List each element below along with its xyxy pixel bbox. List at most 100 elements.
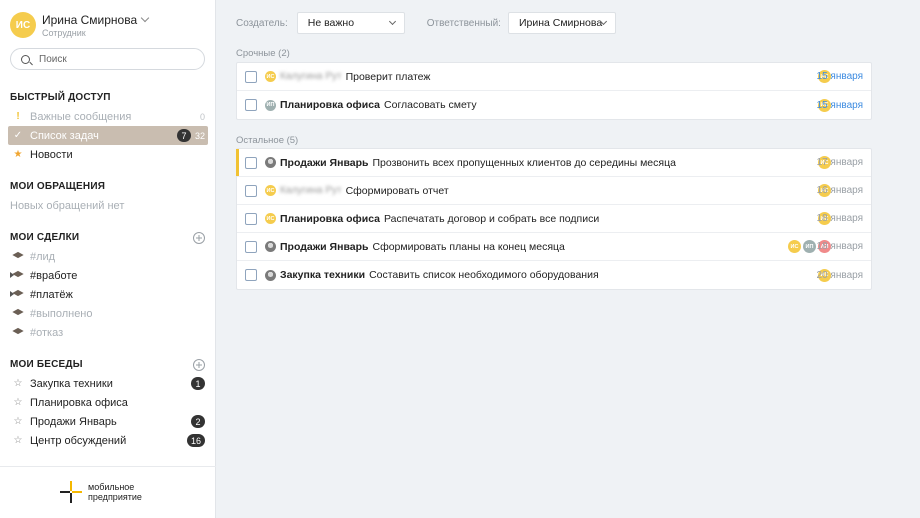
assignee-value: Ирина Смирнова xyxy=(518,17,603,29)
task-date: 20 января xyxy=(816,269,863,281)
task-row[interactable]: Закупка техники Составить список необход… xyxy=(237,261,871,289)
sidebar-item-label: #платёж xyxy=(30,288,73,301)
sidebar-item-label: Новости xyxy=(30,148,73,161)
sidebar-item-deal[interactable]: #вработе xyxy=(8,266,208,285)
chevron-down-icon xyxy=(388,17,396,26)
task-checkbox[interactable] xyxy=(245,156,257,169)
star-icon: ★ xyxy=(13,149,23,160)
task-text: Составить список необходимого оборудован… xyxy=(369,269,599,281)
stack-icon xyxy=(13,289,23,297)
group-title-urgent: Срочные (2) xyxy=(236,48,290,59)
task-row[interactable]: ИС Калугина Рут Проверит платеж ИС 15 ян… xyxy=(237,63,871,91)
star-outline-icon: ☆ xyxy=(13,435,23,446)
divider xyxy=(0,466,216,467)
task-date: 18 января xyxy=(816,213,863,224)
sidebar-item-label: #лид xyxy=(30,250,56,263)
check-icon: ✓ xyxy=(13,130,23,141)
task-text: Сформировать отчет xyxy=(345,184,449,197)
author-avatar: ИС xyxy=(265,185,276,196)
stack-icon xyxy=(13,308,23,316)
sidebar-item-deal[interactable]: #платёж xyxy=(8,285,208,304)
sidebar-item-label: Центр обсуждений xyxy=(30,434,127,447)
task-checkbox[interactable] xyxy=(245,99,257,111)
unread-badge: 1 xyxy=(191,377,205,390)
appeals-title: МОИ ОБРАЩЕНИЯ xyxy=(10,181,106,192)
sidebar-item-chat[interactable]: ☆ Планировка офиса xyxy=(8,393,208,412)
logo-cross-icon xyxy=(60,481,82,503)
creator-value: Не важно xyxy=(307,17,355,29)
filters-bar: Создатель: Не важно Ответственный: Ирина… xyxy=(236,12,616,34)
sidebar-item-label: Список задач xyxy=(30,129,99,142)
task-text: Прозвонить всех пропущенных клиентов до … xyxy=(372,156,676,169)
task-project[interactable]: Планировка офиса xyxy=(280,99,380,111)
unread-badge: 2 xyxy=(191,415,205,428)
star-outline-icon: ☆ xyxy=(13,397,23,408)
unread-badge: 16 xyxy=(186,434,205,447)
unread-badge: 7 xyxy=(176,129,191,142)
sidebar-item-label: #вработе xyxy=(30,269,78,282)
task-checkbox[interactable] xyxy=(245,212,257,225)
search-input[interactable]: Поиск xyxy=(10,48,205,70)
sidebar-item-chat[interactable]: ☆ Закупка техники 1 xyxy=(8,374,208,393)
task-date: 15 января xyxy=(816,99,863,111)
task-row[interactable]: ИС Калугина Рут Сформировать отчет ИС 16… xyxy=(237,177,871,205)
group-title-other: Остальное (5) xyxy=(236,135,299,146)
stack-icon xyxy=(13,251,23,259)
task-project[interactable]: Закупка техники xyxy=(280,269,365,281)
chevron-down-icon xyxy=(140,13,150,23)
task-project[interactable]: Планировка офиса xyxy=(280,213,380,225)
stack-icon xyxy=(13,270,23,278)
creator-select[interactable]: Не важно xyxy=(296,12,405,34)
count: 0 xyxy=(199,111,205,122)
appeals-empty: Новых обращений нет xyxy=(10,199,125,212)
task-project[interactable]: Продажи Январь xyxy=(280,157,368,169)
task-row[interactable]: ИС Планировка офиса Распечатать договор … xyxy=(237,205,871,233)
task-date: 16 января xyxy=(816,185,863,196)
logo: мобильное предприятие xyxy=(60,481,142,503)
sidebar-item-chat[interactable]: ☆ Центр обсуждений 16 xyxy=(8,431,208,450)
task-row[interactable]: Продажи Январь Прозвонить всех пропущенн… xyxy=(236,149,871,177)
task-date: 17 января xyxy=(816,157,863,168)
author-avatar: ИП xyxy=(265,99,276,111)
sidebar-item-news[interactable]: ★ Новости xyxy=(8,145,208,164)
user-role: Сотрудник xyxy=(42,27,86,38)
stack-icon xyxy=(13,327,23,335)
task-row[interactable]: ИП Планировка офиса Согласовать смету ИС… xyxy=(237,91,871,119)
author-name: Калугина Рут xyxy=(280,71,342,82)
author-name: Калугина Рут xyxy=(280,185,342,196)
sidebar-item-label: Планировка офиса xyxy=(30,396,128,409)
task-row[interactable]: Продажи Январь Сформировать планы на кон… xyxy=(237,233,871,261)
task-checkbox[interactable] xyxy=(245,240,257,253)
creator-label: Создатель: xyxy=(236,17,288,29)
sidebar-item-deal[interactable]: #отказ xyxy=(8,323,208,342)
quick-access-title: БЫСТРЫЙ ДОСТУП xyxy=(10,92,111,103)
add-chat-plus-icon[interactable] xyxy=(193,359,205,371)
assignee-select[interactable]: Ирина Смирнова xyxy=(507,12,616,34)
task-checkbox[interactable] xyxy=(245,269,257,281)
task-checkbox[interactable] xyxy=(245,184,257,197)
user-menu[interactable]: ИС Ирина Смирнова Сотрудник xyxy=(10,10,150,40)
sidebar-item-label: #выполнено xyxy=(30,307,93,320)
assignee-label: Ответственный: xyxy=(426,17,501,29)
sidebar-item-deal[interactable]: #выполнено xyxy=(8,304,208,323)
task-checkbox[interactable] xyxy=(245,70,257,83)
author-avatar xyxy=(265,269,276,281)
star-outline-icon: ☆ xyxy=(13,416,23,427)
task-text: Сформировать планы на конец месяца xyxy=(372,240,565,253)
sidebar-item-tasks[interactable]: ✓ Список задач 7 32 xyxy=(8,126,208,145)
logo-line1: мобильное xyxy=(88,482,135,492)
task-list-other: Продажи Январь Прозвонить всех пропущенн… xyxy=(236,148,872,290)
exclamation-icon: ! xyxy=(16,111,20,122)
task-text: Проверит платеж xyxy=(345,70,431,83)
add-deal-plus-icon[interactable] xyxy=(193,232,205,244)
sidebar-item-label: Закупка техники xyxy=(30,377,113,390)
sidebar: ИС Ирина Смирнова Сотрудник Поиск БЫСТРЫ… xyxy=(0,0,216,518)
author-avatar xyxy=(265,157,276,168)
sidebar-item-deal[interactable]: #лид xyxy=(8,247,208,266)
author-avatar: ИС xyxy=(265,71,276,82)
sidebar-item-important[interactable]: ! Важные сообщения 0 xyxy=(8,107,208,126)
deals-title: МОИ СДЕЛКИ xyxy=(10,232,80,243)
sidebar-item-chat[interactable]: ☆ Продажи Январь 2 xyxy=(8,412,208,431)
task-date: 15 января xyxy=(816,71,863,82)
task-project[interactable]: Продажи Январь xyxy=(280,241,368,253)
